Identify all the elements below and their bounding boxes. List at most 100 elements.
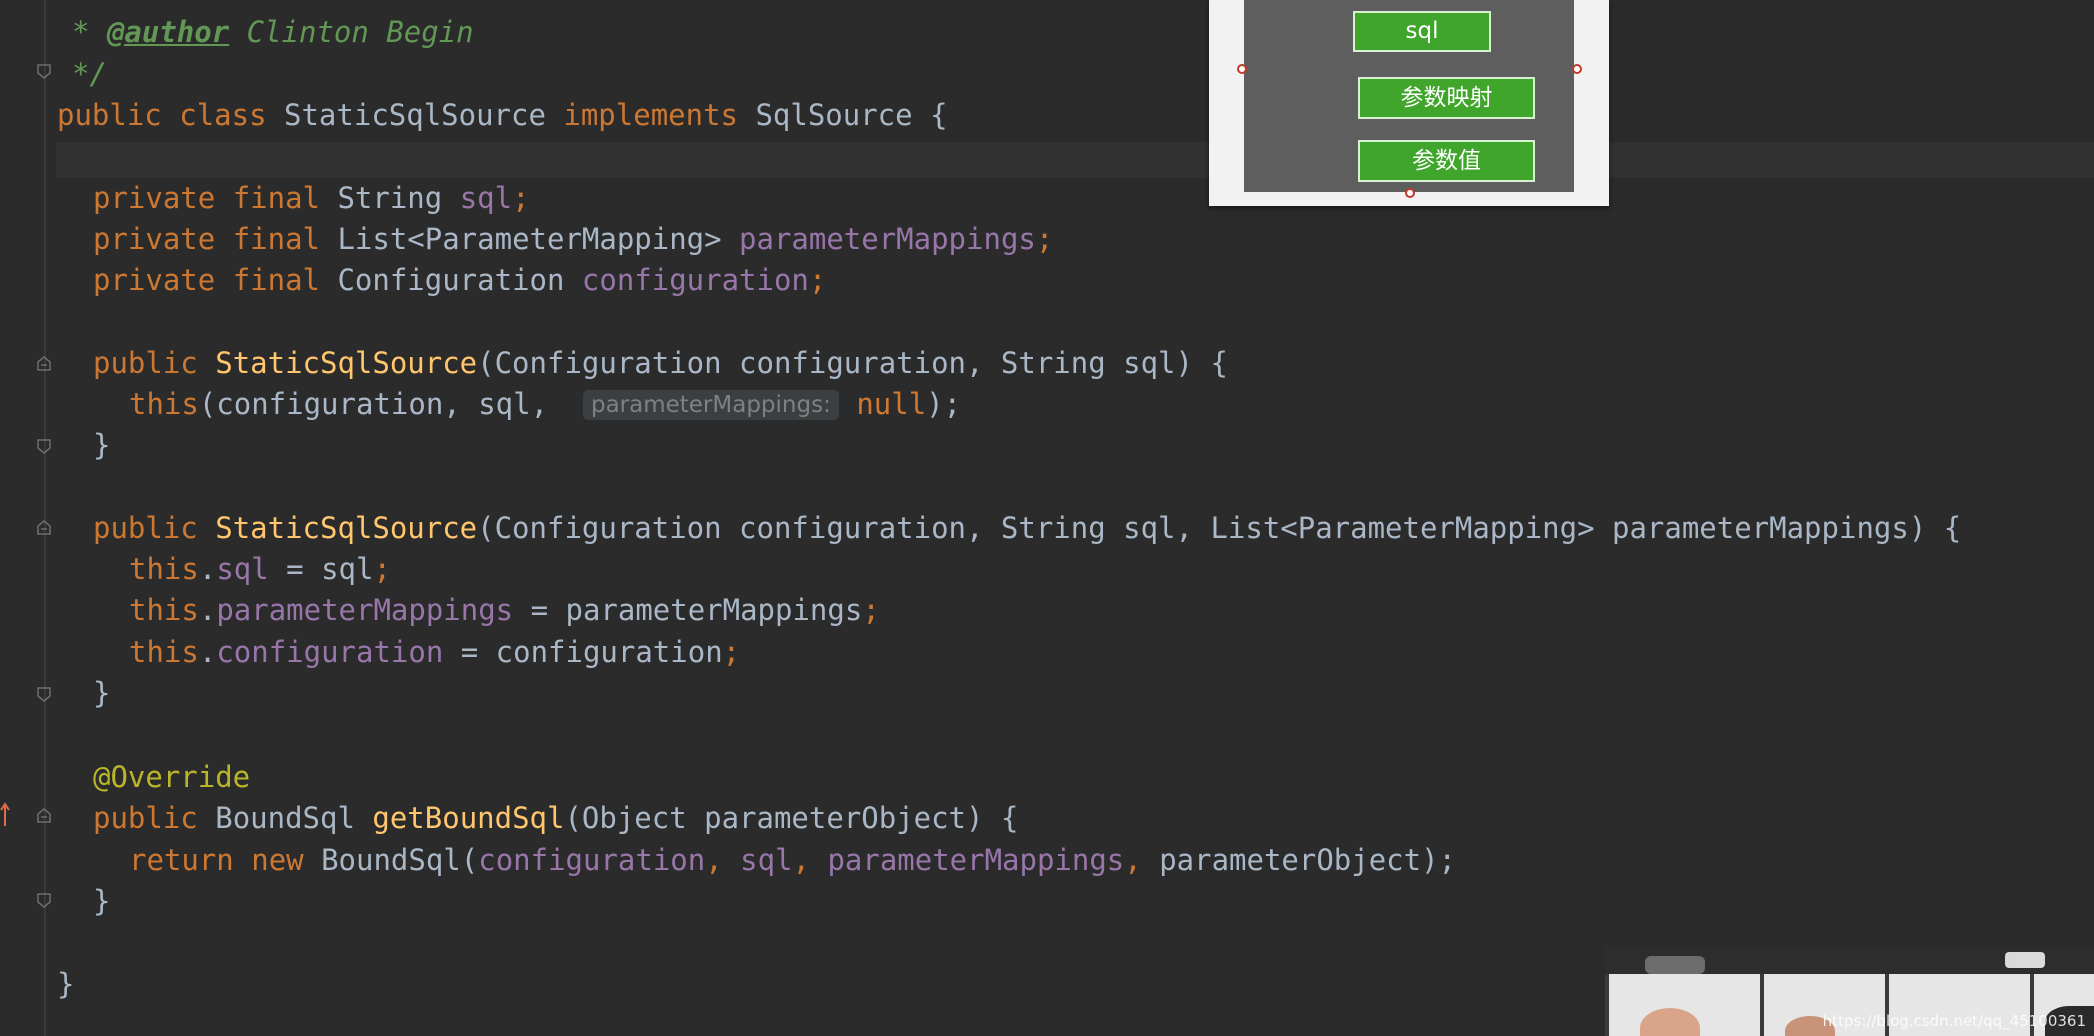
keyword: public xyxy=(93,801,198,835)
semicolon: ; xyxy=(722,635,741,669)
field-name: sql xyxy=(459,181,513,215)
semicolon: ; xyxy=(512,181,530,215)
constructor-name: StaticSqlSource xyxy=(215,346,478,380)
dot: . xyxy=(198,593,217,627)
code-line: private final String sql; xyxy=(93,178,530,219)
keyword: public xyxy=(93,511,198,545)
resize-handle-right[interactable] xyxy=(1572,64,1582,74)
keyword: private xyxy=(93,181,216,215)
parameter-list: (Configuration configuration, String sql… xyxy=(477,511,1927,545)
keyword: this xyxy=(129,635,199,669)
fold-start-icon[interactable] xyxy=(36,356,52,372)
comment-end: */ xyxy=(72,57,107,91)
brace: } xyxy=(57,967,75,1001)
code-line: } xyxy=(93,673,110,714)
watermark-text: https://blog.csdn.net/qq_45100361 xyxy=(1822,1012,2086,1030)
type-name: String xyxy=(337,181,443,215)
statement-end: ); xyxy=(926,387,962,421)
fold-end-icon[interactable] xyxy=(36,438,52,454)
annotation: @Override xyxy=(93,760,251,794)
parameter-value-block[interactable]: 参数值 xyxy=(1358,140,1535,182)
keyword: this xyxy=(129,387,199,421)
field-name: sql xyxy=(216,552,269,586)
field-name: sql xyxy=(740,843,793,877)
keyword: new xyxy=(251,843,304,877)
code-line: this.parameterMappings = parameterMappin… xyxy=(129,590,880,631)
code-line: public BoundSql getBoundSql(Object param… xyxy=(93,798,1018,839)
field-name: configuration xyxy=(581,263,809,297)
keyword: final xyxy=(232,222,320,256)
argument-list: (configuration, sql, xyxy=(198,387,566,421)
field-name: parameterMappings xyxy=(739,222,1036,256)
method-name: getBoundSql xyxy=(372,801,565,835)
semicolon: ; xyxy=(808,263,827,297)
field-name: configuration xyxy=(216,635,444,669)
code-line: * @author Clinton Begin xyxy=(72,12,474,53)
resize-handle-bottom[interactable] xyxy=(1405,188,1415,198)
webcam-object xyxy=(1645,956,1705,974)
code-line: public StaticSqlSource(Configuration con… xyxy=(93,343,1228,384)
field-name: parameterMappings xyxy=(216,593,514,627)
brace: { xyxy=(1210,346,1228,380)
keyword: final xyxy=(232,263,320,297)
implements-arrow-icon[interactable] xyxy=(0,802,10,828)
gutter-divider xyxy=(44,0,46,1036)
brace: } xyxy=(93,676,111,710)
fold-start-icon[interactable] xyxy=(36,808,52,824)
editor-gutter xyxy=(0,0,56,1036)
semicolon: ; xyxy=(373,552,391,586)
keyword: null xyxy=(856,387,927,421)
code-line: private final Configuration configuratio… xyxy=(93,260,826,301)
interface-name: SqlSource xyxy=(755,98,913,132)
parameter-list: (Configuration configuration, String sql… xyxy=(477,346,1193,380)
field-name: configuration xyxy=(478,843,706,877)
dot: . xyxy=(198,635,217,669)
keyword: public xyxy=(57,98,162,132)
code-line: this(configuration, sql, parameterMappin… xyxy=(129,384,961,425)
javadoc-author: Clinton Begin xyxy=(246,15,474,49)
keyword: class xyxy=(179,98,267,132)
keyword: this xyxy=(129,552,199,586)
brace: { xyxy=(1943,511,1962,545)
fold-end-icon[interactable] xyxy=(36,892,52,908)
parameter-mapping-block[interactable]: 参数映射 xyxy=(1358,77,1535,119)
dot: . xyxy=(198,552,217,586)
class-name: StaticSqlSource xyxy=(284,98,546,132)
brace: { xyxy=(1000,801,1019,835)
keyword: private xyxy=(93,263,216,297)
diagram-canvas[interactable]: sql 参数映射 参数值 xyxy=(1244,0,1574,192)
sql-block[interactable]: sql xyxy=(1353,11,1491,52)
code-line: */ xyxy=(72,54,107,95)
assignment: = configuration xyxy=(443,635,723,669)
code-line: public class StaticSqlSource implements … xyxy=(57,95,948,136)
brace: { xyxy=(930,98,948,132)
diagram-popup[interactable]: sql 参数映射 参数值 xyxy=(1209,0,1609,206)
resize-handle-left[interactable] xyxy=(1237,64,1247,74)
code-line: this.configuration = configuration; xyxy=(129,632,740,673)
constructor-name: StaticSqlSource xyxy=(215,511,478,545)
keyword: public xyxy=(93,346,198,380)
current-line-highlight xyxy=(56,142,2094,178)
webcam-thumbnail: https://blog.csdn.net/qq_45100361 xyxy=(1605,946,2094,1036)
brace: } xyxy=(93,884,111,918)
parameter-name: parameterObject xyxy=(1159,843,1422,877)
comma: , xyxy=(705,843,741,877)
assignment: = parameterMappings xyxy=(513,593,863,627)
code-line: this.sql = sql; xyxy=(129,549,391,590)
fold-end-icon[interactable] xyxy=(36,686,52,702)
field-name: parameterMappings xyxy=(827,843,1125,877)
type-name: BoundSql( xyxy=(321,843,479,877)
code-line: } xyxy=(57,964,74,1005)
code-line: return new BoundSql(configuration, sql, … xyxy=(129,840,1456,881)
code-line: @Override xyxy=(93,757,250,798)
comma: , xyxy=(792,843,828,877)
code-line: public StaticSqlSource(Configuration con… xyxy=(93,508,1961,549)
keyword: this xyxy=(129,593,199,627)
statement-end: ); xyxy=(1421,843,1457,877)
parameter-name-hint: parameterMappings: xyxy=(582,390,839,420)
javadoc-tag: @author xyxy=(106,15,230,49)
type-name: List<ParameterMapping> xyxy=(337,222,722,256)
fold-end-icon[interactable] xyxy=(36,63,52,79)
type-name: BoundSql xyxy=(215,801,355,835)
fold-start-icon[interactable] xyxy=(36,520,52,536)
